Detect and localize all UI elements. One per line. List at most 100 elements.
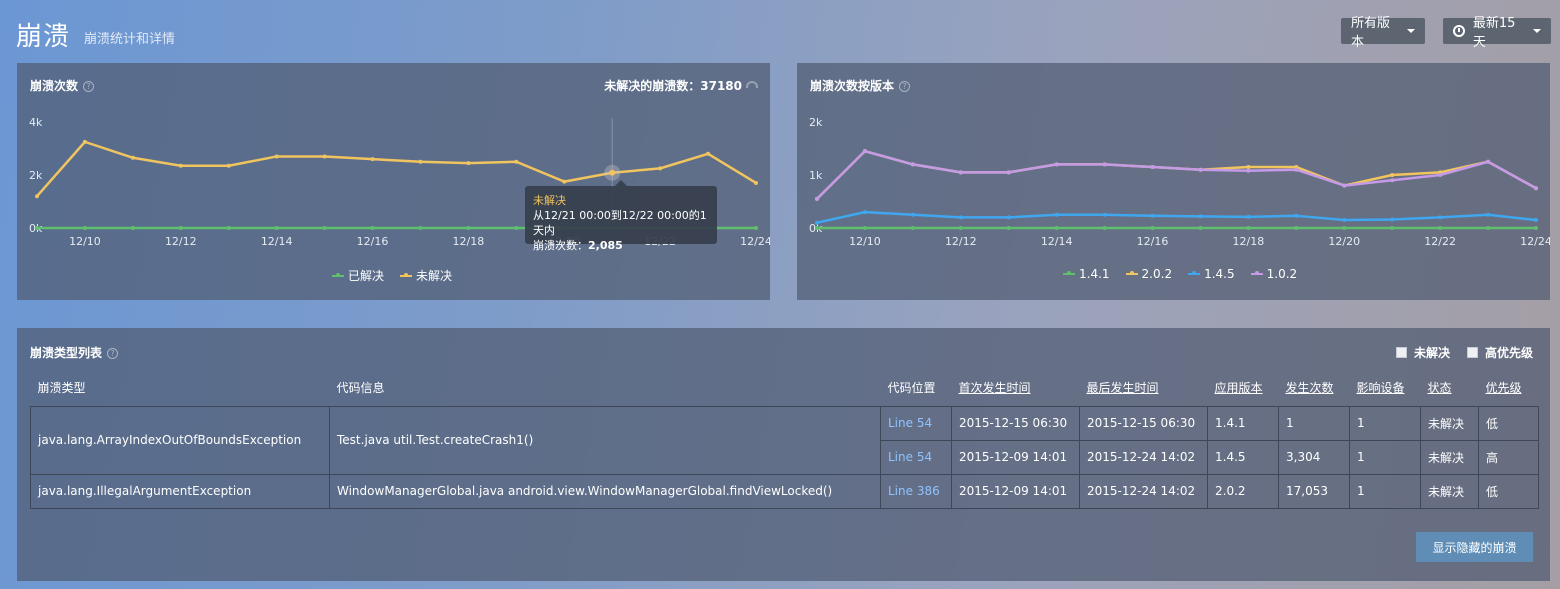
status-cell[interactable]: 未解决 <box>1420 439 1479 475</box>
time-filter-dropdown[interactable]: 最新15天 <box>1443 16 1551 50</box>
column-header-code-info: 代码信息 <box>336 381 385 396</box>
column-header-status[interactable]: 状态 <box>1421 370 1479 406</box>
time-filter-label: 最新15天 <box>1472 16 1516 50</box>
table-row[interactable]: java.lang.IllegalArgumentException Windo… <box>30 473 1539 509</box>
priority-cell[interactable]: 低 <box>1478 473 1539 509</box>
column-header-devices[interactable]: 影响设备 <box>1350 370 1421 406</box>
location-link[interactable]: Line 54 <box>888 450 932 464</box>
column-header-type: 崩溃类型 <box>37 381 86 396</box>
page-subtitle: 崩溃统计和详情 <box>84 32 176 47</box>
data-point <box>322 226 327 230</box>
unresolved-filter-label: 未解决 <box>1414 346 1451 360</box>
tooltip-title: 未解决 <box>533 194 566 207</box>
version-legend: 1.4.1 2.0.2 1.4.5 1.0.2 <box>1063 267 1297 281</box>
unresolved-filter-checkbox[interactable]: 未解决 <box>1396 344 1450 361</box>
sort-label[interactable]: 首次发生时间 <box>959 381 1031 395</box>
table-header-row: 崩溃类型 代码信息 代码位置 首次发生时间 最后发生时间 应用版本 发生次数 影… <box>31 370 1539 406</box>
checkbox[interactable] <box>1467 347 1478 358</box>
legend-item-1-4-5[interactable]: 1.4.5 <box>1188 267 1235 281</box>
sort-label[interactable]: 最后发生时间 <box>1087 381 1159 395</box>
crash-type-cell[interactable]: java.lang.ArrayIndexOutOfBoundsException <box>30 405 330 475</box>
count-cell: 1 <box>1278 405 1350 441</box>
location-cell[interactable]: Line 54 <box>880 439 952 475</box>
legend-swatch <box>1250 271 1263 275</box>
data-point <box>1054 212 1059 217</box>
x-tick-label: 12/14 <box>1041 235 1073 248</box>
legend-item-resolved[interactable]: 已解决 <box>332 267 384 284</box>
location-link[interactable]: Line 54 <box>888 416 932 430</box>
data-point <box>910 226 915 230</box>
high-priority-filter-checkbox[interactable]: 高优先级 <box>1467 344 1533 361</box>
column-header-version[interactable]: 应用版本 <box>1208 370 1279 406</box>
show-hidden-crashes-button[interactable]: 显示隐藏的崩溃 <box>1416 532 1533 562</box>
location-link[interactable]: Line 386 <box>888 484 940 498</box>
version-cell: 1.4.5 <box>1207 439 1279 475</box>
data-point <box>1246 165 1251 170</box>
column-header-priority[interactable]: 优先级 <box>1479 370 1539 406</box>
devices-cell: 1 <box>1349 405 1421 441</box>
sort-label[interactable]: 状态 <box>1428 381 1452 395</box>
data-point <box>1390 226 1395 230</box>
data-point <box>1054 226 1059 230</box>
status-cell[interactable]: 未解决 <box>1420 405 1479 441</box>
legend-item-2-0-2[interactable]: 2.0.2 <box>1125 267 1172 281</box>
crash-type-cell[interactable]: java.lang.IllegalArgumentException <box>30 473 330 509</box>
data-point <box>418 159 423 164</box>
legend-swatch <box>1125 271 1138 275</box>
data-point <box>658 166 663 171</box>
chart-tooltip: 未解决 从12/21 00:00到12/22 00:00的1天内 崩溃次数：2,… <box>525 186 717 252</box>
version-cell: 2.0.2 <box>1207 473 1279 509</box>
data-point <box>1054 162 1059 167</box>
version-filter-label: 所有版本 <box>1351 16 1391 50</box>
sort-label[interactable]: 影响设备 <box>1357 381 1405 395</box>
data-point <box>958 215 963 220</box>
version-panel: 崩溃次数按版本? 0k1k2k12/1012/1212/1412/1612/18… <box>797 63 1550 300</box>
code-info-cell: Test.java util.Test.createCrash1() <box>329 405 881 475</box>
location-cell[interactable]: Line 54 <box>880 405 952 441</box>
legend-label: 1.0.2 <box>1266 267 1298 281</box>
legend-item-1-0-2[interactable]: 1.0.2 <box>1250 267 1298 281</box>
data-point <box>1342 226 1347 230</box>
column-header-last-time[interactable]: 最后发生时间 <box>1080 370 1208 406</box>
x-tick-label: 12/12 <box>945 235 977 248</box>
legend-label: 1.4.5 <box>1204 267 1235 281</box>
legend-label: 未解决 <box>416 269 453 283</box>
checkbox[interactable] <box>1396 347 1407 358</box>
sort-label[interactable]: 优先级 <box>1486 381 1522 395</box>
help-icon[interactable]: ? <box>107 348 119 359</box>
data-point <box>1198 226 1203 230</box>
tooltip-range: 从12/21 00:00到12/22 00:00的1天内 <box>533 209 707 237</box>
data-point <box>418 226 423 230</box>
first-time-cell: 2015-12-15 06:30 <box>951 405 1080 441</box>
x-tick-label: 12/10 <box>69 235 101 248</box>
data-point <box>274 154 279 159</box>
data-point <box>1294 167 1299 172</box>
location-cell[interactable]: Line 386 <box>880 473 952 509</box>
data-point <box>274 226 279 230</box>
data-point <box>562 179 567 184</box>
priority-cell[interactable]: 低 <box>1478 405 1539 441</box>
legend-item-1-4-1[interactable]: 1.4.1 <box>1063 267 1110 281</box>
sort-label[interactable]: 应用版本 <box>1215 381 1263 395</box>
data-point <box>815 226 819 230</box>
data-point <box>862 149 867 154</box>
data-point <box>1342 218 1347 223</box>
legend-item-unresolved[interactable]: 未解决 <box>400 267 452 284</box>
high-priority-filter-label: 高优先级 <box>1485 346 1534 360</box>
data-point <box>1294 226 1299 230</box>
version-filter-dropdown[interactable]: 所有版本 <box>1341 16 1425 50</box>
table-row[interactable]: java.lang.ArrayIndexOutOfBoundsException… <box>30 405 1539 475</box>
data-point <box>226 163 231 168</box>
data-point <box>754 180 758 185</box>
priority-cell[interactable]: 高 <box>1478 439 1539 475</box>
data-point <box>1198 214 1203 219</box>
data-point <box>178 163 183 168</box>
y-tick-label: 4k <box>29 116 43 129</box>
sort-label[interactable]: 发生次数 <box>1286 381 1334 395</box>
version-cell: 1.4.1 <box>1207 405 1279 441</box>
data-point <box>1390 173 1395 177</box>
column-header-count[interactable]: 发生次数 <box>1279 370 1350 406</box>
status-cell[interactable]: 未解决 <box>1420 473 1479 509</box>
data-point <box>35 226 39 230</box>
column-header-first-time[interactable]: 首次发生时间 <box>952 370 1080 406</box>
